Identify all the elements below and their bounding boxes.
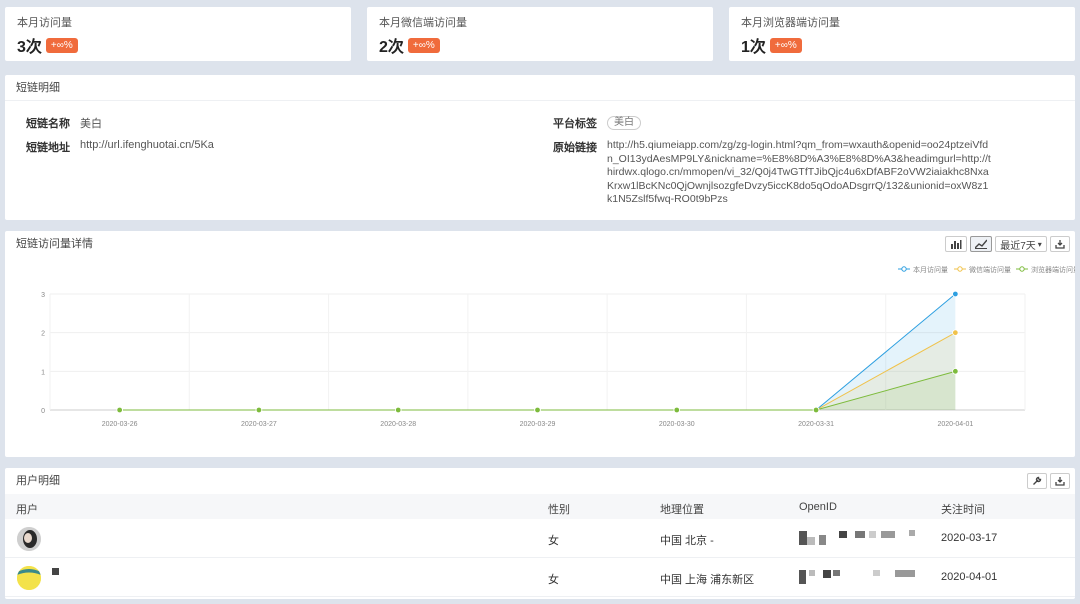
data-point	[116, 406, 123, 414]
series-line	[119, 293, 956, 411]
data-point	[812, 406, 820, 414]
visit-chart: 0 1 2 3 2020-03-26 2020-03-27 2020-03-28 2020-0…	[41, 265, 1075, 428]
shortlink-detail-card: 短链明细 短链名称 美白 短链地址 http://url.ifenghuotai…	[5, 75, 1075, 220]
original-url-label: 原始链接	[553, 142, 597, 154]
shortlink-name-row: 短链名称 美白	[26, 115, 102, 131]
stat-value: 3次	[17, 39, 42, 56]
chart-title: 短链访问量详情	[16, 238, 93, 250]
legend-label: 本月访问量	[913, 265, 948, 274]
users-title: 用户明细	[16, 475, 60, 487]
series-area	[119, 294, 956, 410]
chart-download-button[interactable]	[1050, 236, 1070, 252]
data-point	[952, 329, 959, 336]
data-point	[673, 406, 680, 414]
visit-chart-card: 短链访问量详情 最近7天 ▾ 0 1 2 3 2020-03-26 2020-03-27 2…	[5, 231, 1075, 457]
download-icon	[1055, 240, 1065, 249]
follow-time: 2020-04-01	[941, 571, 998, 583]
shortlink-url-row: 短链地址 http://url.ifenghuotai.cn/5Ka	[26, 139, 214, 155]
shortlink-url-label: 短链地址	[26, 142, 70, 154]
x-tick-label: 2020-04-01	[937, 421, 973, 428]
column-settings-button[interactable]	[1027, 473, 1047, 489]
x-tick-label: 2020-03-31	[798, 421, 834, 428]
line-chart-icon	[975, 239, 987, 249]
stat-label: 本月微信端访问量	[379, 17, 467, 29]
range-select[interactable]: 最近7天 ▾	[995, 236, 1047, 252]
nickname-masked	[52, 568, 59, 575]
bar-view-button[interactable]	[945, 236, 967, 252]
stat-label: 本月访问量	[17, 17, 72, 29]
users-download-button[interactable]	[1050, 473, 1070, 489]
line-view-button[interactable]	[970, 236, 992, 252]
chevron-down-icon: ▾	[1037, 239, 1042, 249]
stat-card-monthly: 本月访问量 3次 +∞%	[5, 7, 351, 61]
y-tick-label: 0	[41, 408, 45, 415]
stat-card-wechat: 本月微信端访问量 2次 +∞%	[367, 7, 713, 61]
range-select-label: 最近7天	[1000, 240, 1036, 252]
bar-chart-icon	[951, 240, 962, 249]
openid-masked	[799, 529, 929, 547]
x-tick-label: 2020-03-30	[659, 421, 695, 428]
detail-title: 短链明细	[5, 75, 1075, 101]
stat-label: 本月浏览器端访问量	[741, 17, 840, 29]
shortlink-name-label: 短链名称	[26, 118, 70, 130]
data-point	[534, 406, 541, 414]
platform-tag-label: 平台标签	[553, 118, 597, 130]
data-point	[255, 406, 263, 414]
legend-label: 微信端访问量	[969, 265, 1011, 274]
stat-value: 2次	[379, 39, 404, 56]
shortlink-name-value: 美白	[80, 118, 102, 130]
legend-label: 浏览器端访问量	[1031, 265, 1075, 274]
col-follow-time: 关注时间	[941, 504, 985, 516]
data-point	[952, 368, 959, 375]
legend-marker	[957, 266, 963, 272]
legend-marker	[1019, 266, 1025, 272]
legend-marker	[901, 266, 907, 272]
x-tick-label: 2020-03-27	[241, 421, 277, 428]
platform-tag-row: 平台标签 美白	[553, 115, 641, 131]
data-point	[395, 406, 402, 414]
x-tick-label: 2020-03-28	[380, 421, 416, 428]
openid-masked	[799, 568, 929, 586]
stat-badge: +∞%	[45, 37, 78, 53]
avatar	[17, 527, 41, 551]
col-gender: 性别	[548, 504, 570, 516]
y-tick-label: 3	[41, 292, 45, 299]
shortlink-url-link[interactable]: http://url.ifenghuotai.cn/5Ka	[80, 139, 214, 155]
table-row[interactable]: 女 中国 北京 - 2020-03-17	[5, 519, 1075, 558]
y-tick-label: 1	[41, 369, 45, 376]
user-gender: 女	[548, 535, 559, 547]
col-user: 用户	[16, 504, 38, 516]
avatar	[17, 566, 41, 590]
users-table-header: 用户 性别 地理位置 OpenID 关注时间	[5, 494, 1075, 519]
x-tick-label: 2020-03-29	[520, 421, 556, 428]
wrench-icon	[1033, 476, 1042, 485]
original-url-link[interactable]: http://h5.qiumeiapp.com/zg/zg-login.html…	[607, 139, 991, 207]
y-tick-label: 2	[41, 331, 45, 338]
user-location: 中国 上海 浦东新区	[660, 574, 755, 586]
download-icon	[1055, 477, 1065, 486]
platform-tag: 美白	[607, 116, 641, 130]
chart-toolbar: 最近7天 ▾	[945, 236, 1070, 252]
stat-value: 1次	[741, 39, 766, 56]
col-openid: OpenID	[799, 501, 837, 513]
data-point	[952, 290, 959, 298]
users-toolbar	[1027, 473, 1070, 489]
table-row[interactable]: 女 中国 上海 浦东新区 2020-04-01	[5, 558, 1075, 597]
user-detail-card: 用户明细 用户 性别 地理位置 OpenID 关注时间 女 中国 北京 - 20…	[5, 468, 1075, 599]
user-location: 中国 北京 -	[660, 535, 714, 547]
stat-badge: +∞%	[407, 37, 440, 53]
original-url-row: 原始链接 http://h5.qiumeiapp.com/zg/zg-login…	[553, 139, 991, 207]
user-gender: 女	[548, 574, 559, 586]
follow-time: 2020-03-17	[941, 532, 998, 544]
stat-card-browser: 本月浏览器端访问量 1次 +∞%	[729, 7, 1075, 61]
stat-badge: +∞%	[769, 37, 802, 53]
x-tick-label: 2020-03-26	[102, 421, 138, 428]
col-location: 地理位置	[660, 504, 704, 516]
